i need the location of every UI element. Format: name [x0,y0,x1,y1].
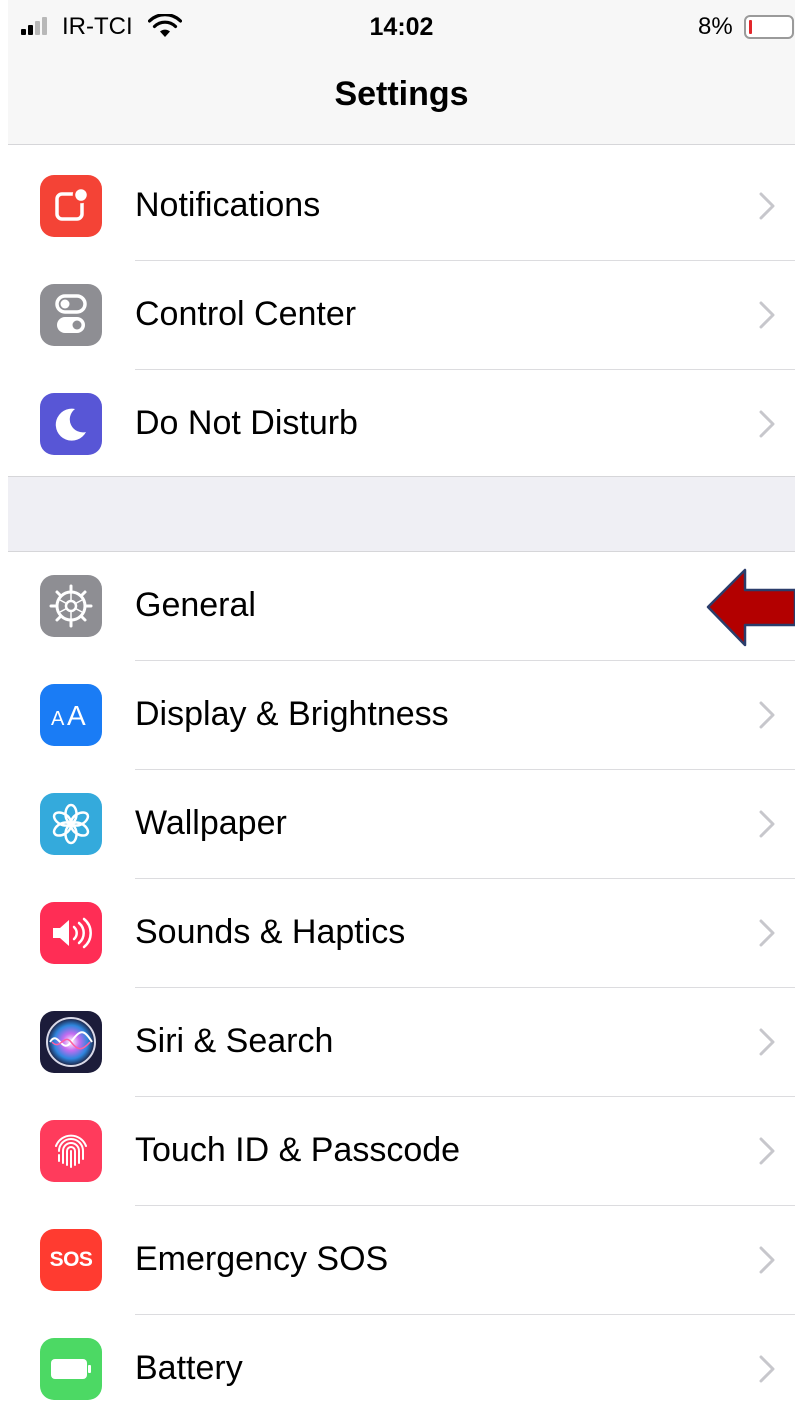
sos-icon-text: SOS [49,1248,93,1271]
chevron-right-icon [759,1246,775,1274]
siri-icon [40,1011,102,1073]
settings-row-label: Notifications [135,186,321,224]
status-time: 14:02 [369,13,434,41]
settings-row-label: Sounds & Haptics [135,913,406,951]
battery-percentage: 8% [698,13,733,40]
status-bar: IR-TCI 14:02 8% [8,0,795,56]
settings-row-label: Battery [135,1349,243,1387]
settings-group-1: Notifications Control Center Do Not Dist… [8,152,795,477]
chevron-right-icon [759,701,775,729]
battery-level-icon [744,15,794,39]
settings-row-label: Control Center [135,295,357,333]
settings-row-display-brightness[interactable]: A A Display & Brightness [8,661,795,770]
gear-icon [40,575,102,637]
settings-screen: IR-TCI 14:02 8% Settings Notifications C… [0,0,795,1418]
group-spacer [8,477,795,552]
chevron-right-icon [759,410,775,438]
speaker-icon [40,902,102,964]
red-arrow-icon [706,568,795,647]
settings-row-touch-id-passcode[interactable]: Touch ID & Passcode [8,1097,795,1206]
notifications-icon [40,175,102,237]
chevron-right-icon [759,1137,775,1165]
settings-row-label: Touch ID & Passcode [135,1131,461,1169]
chevron-right-icon [759,1028,775,1056]
settings-row-label: Emergency SOS [135,1240,389,1278]
settings-row-do-not-disturb[interactable]: Do Not Disturb [8,370,795,479]
settings-row-label: Do Not Disturb [135,404,358,442]
navigation-header: IR-TCI 14:02 8% Settings [8,0,795,145]
battery-icon [40,1338,102,1400]
moon-icon [40,393,102,455]
svg-text:A: A [67,700,86,730]
svg-text:A: A [51,708,65,730]
fingerprint-icon [40,1120,102,1182]
settings-row-label: General [135,586,256,624]
settings-row-control-center[interactable]: Control Center [8,261,795,370]
chevron-right-icon [759,810,775,838]
page-title: Settings [334,75,469,113]
sos-icon: SOS [40,1229,102,1291]
chevron-right-icon [759,919,775,947]
settings-row-label: Wallpaper [135,804,287,842]
text-size-icon: A A [40,684,102,746]
chevron-right-icon [759,301,775,329]
settings-group-2: General A A Display & Brightness Wallpap… [8,552,795,1418]
settings-row-wallpaper[interactable]: Wallpaper [8,770,795,879]
settings-row-general[interactable]: General [8,552,795,661]
chevron-right-icon [759,192,775,220]
settings-row-siri-search[interactable]: Siri & Search [8,988,795,1097]
battery-level-fill [749,20,752,34]
chevron-right-icon [759,1355,775,1383]
settings-row-sounds-haptics[interactable]: Sounds & Haptics [8,879,795,988]
settings-row-battery[interactable]: Battery [8,1315,795,1418]
control-center-icon [40,284,102,346]
settings-row-label: Display & Brightness [135,695,449,733]
flower-icon [40,793,102,855]
settings-row-emergency-sos[interactable]: SOS Emergency SOS [8,1206,795,1315]
settings-row-label: Siri & Search [135,1022,334,1060]
settings-row-notifications[interactable]: Notifications [8,152,795,261]
